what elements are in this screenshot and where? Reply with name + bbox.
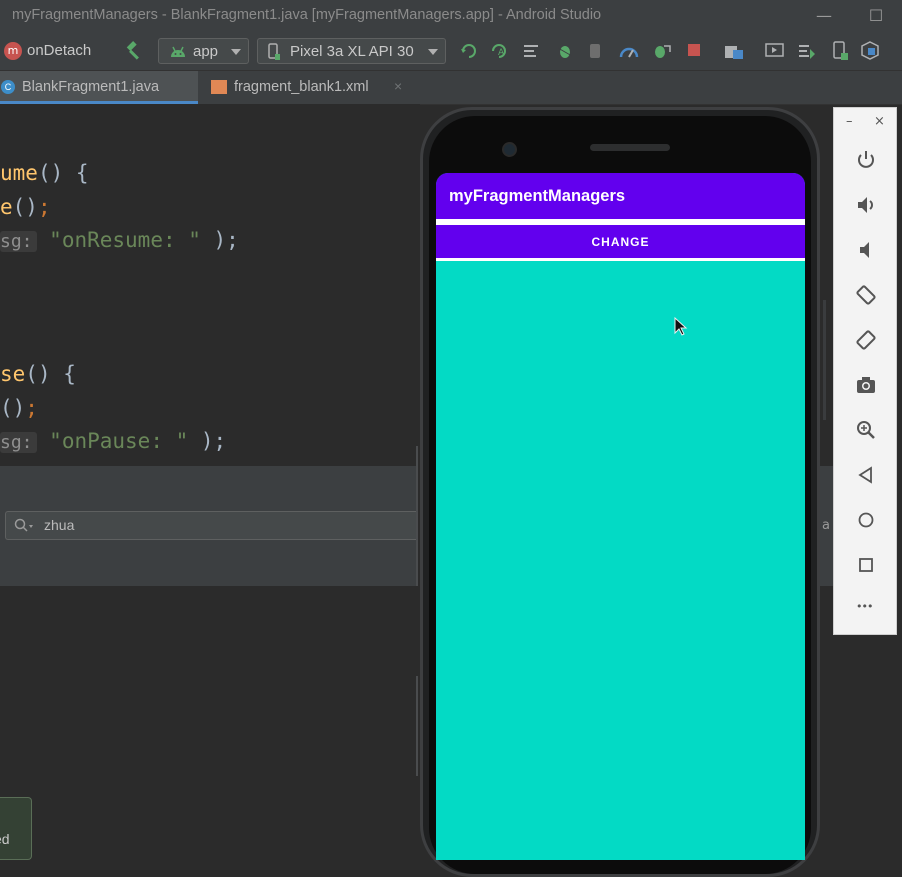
change-button[interactable]: CHANGE: [436, 225, 805, 258]
tab-fragment-blank1-xml[interactable]: fragment_blank1.xml ×: [198, 71, 416, 104]
method-badge-icon: m: [4, 42, 22, 60]
tab-blankfragment1-java[interactable]: C BlankFragment1.java: [0, 71, 198, 104]
volume-down-button[interactable]: [846, 232, 886, 268]
chevron-down-icon: [231, 49, 241, 55]
emulator-side-toolbar: – × •••: [833, 107, 897, 635]
code-editor[interactable]: ume() { e(); sg: "onResume: " ); se() { …: [0, 104, 420, 466]
rotate-right-button[interactable]: [846, 322, 886, 358]
svg-text:A: A: [498, 48, 505, 58]
title-bar: myFragmentManagers - BlankFragment1.java…: [0, 0, 902, 32]
code-line: se() {: [0, 362, 76, 386]
apply-code-changes-icon[interactable]: A: [490, 42, 508, 60]
more-button[interactable]: •••: [846, 594, 886, 630]
scrollbar[interactable]: [823, 300, 826, 420]
code-line: sg: "onResume: " );: [0, 228, 239, 252]
panel-edge-text: a: [822, 518, 830, 533]
camera-icon: [857, 377, 875, 393]
logcat-panel: zhua: [0, 466, 418, 586]
class-c-icon: C: [1, 80, 15, 94]
attach-debugger-icon[interactable]: [588, 42, 604, 60]
profile-gauge-icon[interactable]: [619, 43, 639, 59]
window-title: myFragmentManagers - BlankFragment1.java…: [12, 7, 602, 23]
home-button[interactable]: [846, 502, 886, 538]
editor-tabs: C BlankFragment1.java fragment_blank1.xm…: [0, 71, 902, 105]
project-structure-icon[interactable]: [861, 41, 879, 61]
rotate-left-icon: [856, 285, 876, 305]
code-line: sg: "onPause: " );: [0, 429, 227, 453]
power-button[interactable]: [846, 142, 886, 178]
mouse-cursor-icon: [674, 317, 688, 336]
device-phone-icon: [268, 43, 280, 60]
close-tab-icon[interactable]: ×: [394, 78, 402, 94]
device-manager-icon[interactable]: [765, 43, 785, 59]
avd-manager-icon[interactable]: [831, 41, 849, 61]
device-label: Pixel 3a XL API 30: [290, 43, 414, 60]
more-icon: •••: [856, 600, 873, 613]
notification-text: ed: [0, 831, 10, 847]
method-breadcrumb[interactable]: onDetach: [27, 42, 91, 59]
divider: [436, 258, 805, 261]
overview-square-icon: [859, 558, 873, 572]
stop-icon[interactable]: [688, 44, 700, 56]
emulator-minimize-button[interactable]: –: [846, 114, 853, 129]
panel-edge: a: [818, 466, 834, 586]
code-line: e();: [0, 195, 51, 219]
volume-up-button[interactable]: [846, 187, 886, 223]
scrollbar[interactable]: [416, 446, 418, 586]
zoom-icon: [857, 421, 875, 439]
camera-icon: [502, 142, 517, 157]
notification-balloon[interactable]: ed: [0, 797, 32, 860]
screenshot-button[interactable]: [846, 367, 886, 403]
rotate-right-icon: [856, 330, 876, 350]
profiler-list-icon[interactable]: [523, 43, 541, 59]
build-hammer-icon[interactable]: [124, 41, 144, 61]
change-button-label: CHANGE: [591, 235, 650, 249]
zoom-button[interactable]: [846, 412, 886, 448]
logcat-search-field[interactable]: zhua: [5, 511, 418, 540]
volume-up-icon: [858, 197, 873, 213]
back-triangle-icon: [858, 466, 872, 484]
code-line: ();: [0, 396, 38, 420]
chevron-down-icon: [428, 49, 438, 55]
apply-changes-restart-icon[interactable]: [460, 42, 478, 60]
phone-screen[interactable]: myFragmentManagers CHANGE: [436, 173, 805, 860]
scrollbar[interactable]: [416, 676, 418, 776]
android-icon: [171, 46, 185, 57]
debug-icon[interactable]: [556, 42, 574, 60]
run-config-select[interactable]: app: [158, 38, 249, 64]
back-button[interactable]: [846, 457, 886, 493]
main-toolbar: m onDetach app Pixel 3a XL API 30 A: [0, 32, 902, 71]
device-select[interactable]: Pixel 3a XL API 30: [257, 38, 446, 64]
sdk-manager-icon[interactable]: [797, 42, 817, 60]
search-icon: [14, 518, 33, 532]
speaker-grille: [590, 144, 670, 151]
tab-label: fragment_blank1.xml: [234, 79, 369, 95]
debug-attach-icon[interactable]: [651, 42, 671, 60]
search-value: zhua: [44, 517, 75, 533]
volume-down-icon: [860, 242, 869, 258]
run-config-label: app: [193, 43, 219, 60]
home-circle-icon: [858, 512, 874, 528]
app-bar: myFragmentManagers: [436, 173, 805, 219]
code-line: ume() {: [0, 161, 89, 185]
power-icon: [858, 151, 874, 168]
rotate-left-button[interactable]: [846, 277, 886, 313]
emulator-close-button[interactable]: ×: [874, 114, 885, 129]
app-title: myFragmentManagers: [449, 187, 626, 205]
minimize-button[interactable]: —: [812, 4, 836, 28]
layout-xml-icon: [211, 80, 227, 94]
maximize-button[interactable]: ☐: [864, 4, 888, 28]
sync-gradle-icon[interactable]: [724, 42, 744, 60]
overview-button[interactable]: [846, 547, 886, 583]
tab-label: BlankFragment1.java: [22, 79, 160, 95]
